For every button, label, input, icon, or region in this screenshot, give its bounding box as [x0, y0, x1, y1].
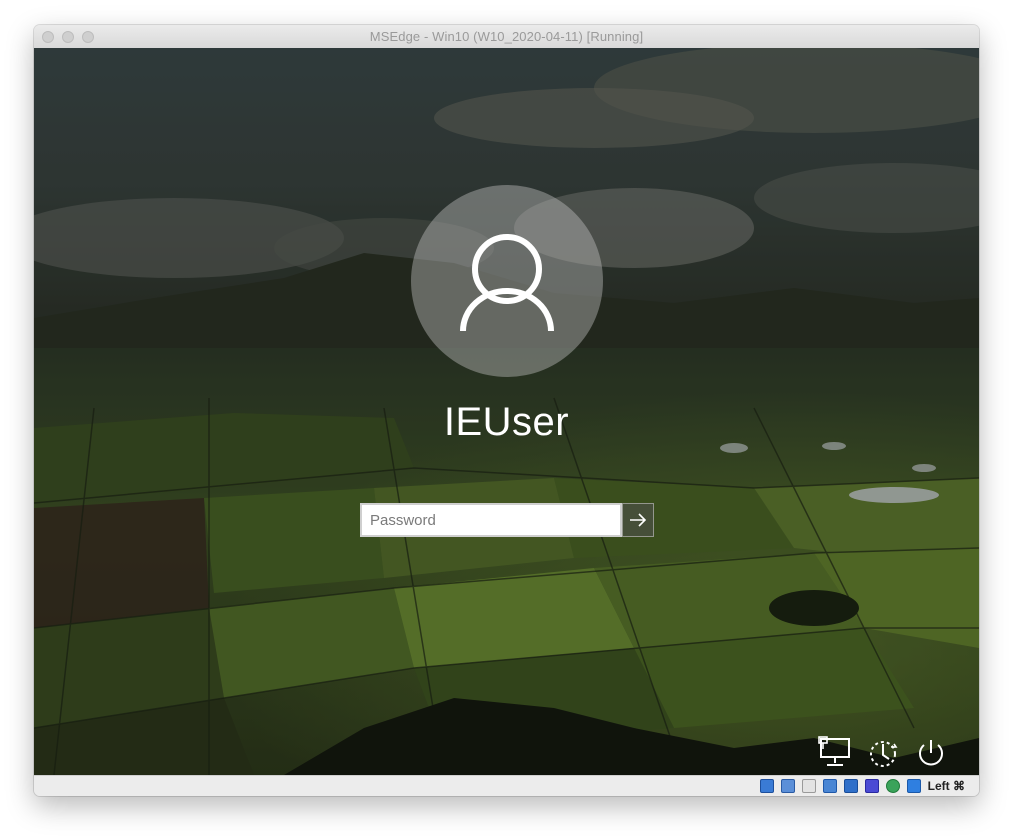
shared-folder-icon[interactable] [844, 779, 858, 793]
arrow-right-icon [630, 513, 647, 527]
title-bar: MSEdge - Win10 (W10_2020-04-11) [Running… [34, 25, 979, 49]
submit-button[interactable] [622, 503, 654, 537]
vm-status-bar: Left ⌘ [34, 775, 979, 796]
ease-of-access-icon[interactable] [865, 735, 901, 771]
network-icon[interactable] [817, 735, 853, 771]
video-capture-icon[interactable] [865, 779, 879, 793]
network-adapter-icon[interactable] [781, 779, 795, 793]
vm-window: MSEdge - Win10 (W10_2020-04-11) [Running… [34, 25, 979, 796]
power-icon[interactable] [913, 735, 949, 771]
mouse-integration-icon[interactable] [907, 779, 921, 793]
usb-icon[interactable] [886, 779, 900, 793]
user-avatar [411, 185, 603, 377]
lock-screen: IEUser [34, 48, 979, 775]
password-field[interactable] [360, 503, 622, 537]
username-label: IEUser [443, 400, 570, 444]
user-silhouette-icon [460, 234, 554, 332]
display-icon[interactable] [823, 779, 837, 793]
optical-drive-icon[interactable] [802, 779, 816, 793]
host-key-label: Left ⌘ [927, 779, 965, 793]
window-title: MSEdge - Win10 (W10_2020-04-11) [Running… [369, 29, 644, 44]
hard-disk-icon[interactable] [760, 779, 774, 793]
password-row [360, 503, 654, 537]
